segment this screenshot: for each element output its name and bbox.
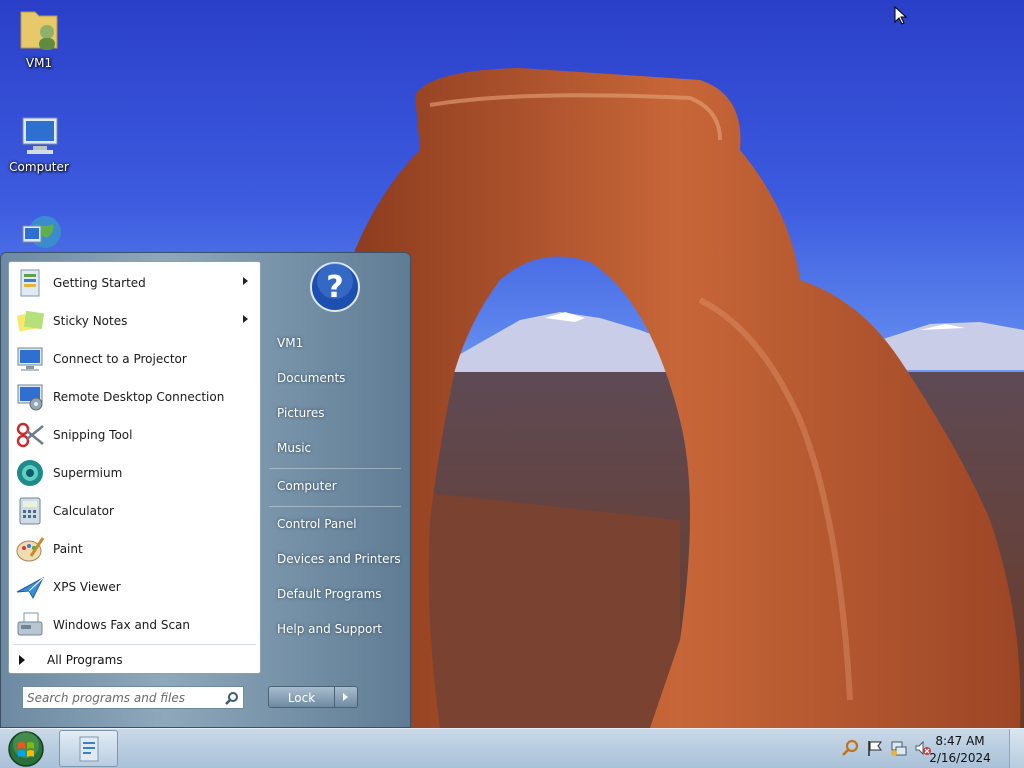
program-snipping-tool[interactable]: Snipping Tool bbox=[9, 416, 260, 454]
sticky-notes-icon bbox=[13, 305, 47, 337]
program-connect-to-projector[interactable]: Connect to a Projector bbox=[9, 340, 260, 378]
program-sticky-notes[interactable]: Sticky Notes bbox=[9, 302, 260, 340]
program-calculator[interactable]: Calculator bbox=[9, 492, 260, 530]
scissors-icon bbox=[13, 419, 47, 451]
desktop-icon-computer[interactable]: Computer bbox=[0, 112, 78, 174]
place-devices-and-printers[interactable]: Devices and Printers bbox=[277, 552, 401, 566]
submenu-arrow-icon[interactable] bbox=[243, 315, 248, 323]
all-programs-button[interactable]: All Programs bbox=[9, 646, 260, 674]
submenu-arrow-icon[interactable] bbox=[243, 277, 248, 285]
program-label: Paint bbox=[53, 542, 83, 556]
place-vm1[interactable]: VM1 bbox=[277, 336, 303, 350]
getting-started-icon bbox=[13, 267, 47, 299]
program-getting-started[interactable]: Getting Started bbox=[9, 264, 260, 302]
xps-viewer-icon bbox=[13, 571, 47, 603]
program-label: Windows Fax and Scan bbox=[53, 618, 191, 632]
desktop-icon-vm1[interactable]: VM1 bbox=[0, 4, 78, 70]
system-clock[interactable]: 8:47 AM 2/16/2024 bbox=[920, 733, 1000, 767]
place-music[interactable]: Music bbox=[277, 441, 311, 455]
start-menu-programs-pane: Getting Started Sticky Notes Connect to … bbox=[8, 261, 261, 674]
desktop-icon-label: Computer bbox=[9, 160, 69, 174]
program-supermium[interactable]: Supermium bbox=[9, 454, 260, 492]
fax-icon bbox=[13, 609, 47, 641]
place-documents[interactable]: Documents bbox=[277, 371, 345, 385]
program-remote-desktop-connection[interactable]: Remote Desktop Connection bbox=[9, 378, 260, 416]
mouse-cursor-icon bbox=[894, 6, 908, 25]
program-label: Sticky Notes bbox=[53, 314, 128, 328]
program-xps-viewer[interactable]: XPS Viewer bbox=[9, 568, 260, 606]
action-center-flag-icon[interactable] bbox=[866, 739, 884, 757]
desktop-icon-network[interactable] bbox=[0, 212, 78, 252]
start-menu: Getting Started Sticky Notes Connect to … bbox=[0, 252, 411, 728]
place-help-and-support[interactable]: Help and Support bbox=[277, 622, 382, 636]
supermium-icon bbox=[13, 457, 47, 489]
program-windows-fax-and-scan[interactable]: Windows Fax and Scan bbox=[9, 606, 260, 644]
program-label: Supermium bbox=[53, 466, 123, 480]
program-label: Getting Started bbox=[53, 276, 146, 290]
expand-arrow-icon bbox=[19, 655, 25, 665]
start-search-box[interactable] bbox=[22, 686, 244, 709]
search-input[interactable] bbox=[27, 689, 217, 706]
place-pictures[interactable]: Pictures bbox=[277, 406, 325, 420]
lock-button[interactable]: Lock bbox=[268, 686, 335, 708]
calculator-icon bbox=[13, 495, 47, 527]
shutdown-options-button[interactable] bbox=[335, 686, 358, 708]
all-programs-label: All Programs bbox=[47, 653, 123, 667]
places-separator bbox=[269, 506, 401, 507]
place-default-programs[interactable]: Default Programs bbox=[277, 587, 382, 601]
projector-icon bbox=[13, 343, 47, 375]
places-separator bbox=[269, 468, 401, 469]
desktop-icon-label: VM1 bbox=[25, 56, 53, 70]
place-control-panel[interactable]: Control Panel bbox=[277, 517, 357, 531]
search-icon[interactable] bbox=[842, 739, 860, 757]
taskbar: 8:47 AM 2/16/2024 bbox=[0, 728, 1024, 768]
help-orb-icon: ? bbox=[310, 262, 360, 312]
network-globe-icon bbox=[22, 216, 61, 248]
programs-separator bbox=[13, 644, 256, 645]
network-icon[interactable] bbox=[890, 739, 908, 757]
search-icon[interactable] bbox=[225, 691, 239, 705]
remote-desktop-icon bbox=[13, 381, 47, 413]
clock-date: 2/16/2024 bbox=[929, 751, 991, 765]
show-desktop-button[interactable] bbox=[1009, 729, 1024, 768]
program-label: XPS Viewer bbox=[53, 580, 121, 594]
start-button[interactable] bbox=[4, 730, 48, 768]
program-paint[interactable]: Paint bbox=[9, 530, 260, 568]
chevron-right-icon bbox=[343, 693, 348, 701]
place-computer[interactable]: Computer bbox=[277, 479, 337, 493]
clock-time: 8:47 AM bbox=[935, 734, 985, 748]
program-label: Remote Desktop Connection bbox=[53, 390, 225, 404]
computer-icon bbox=[22, 117, 58, 154]
taskbar-getting-started-button[interactable] bbox=[59, 730, 118, 767]
getting-started-icon bbox=[79, 736, 99, 762]
program-label: Calculator bbox=[53, 504, 114, 518]
paint-palette-icon bbox=[13, 533, 47, 565]
program-label: Snipping Tool bbox=[53, 428, 133, 442]
svg-text:?: ? bbox=[326, 270, 343, 305]
program-label: Connect to a Projector bbox=[53, 352, 187, 366]
user-folder-icon bbox=[20, 11, 58, 50]
